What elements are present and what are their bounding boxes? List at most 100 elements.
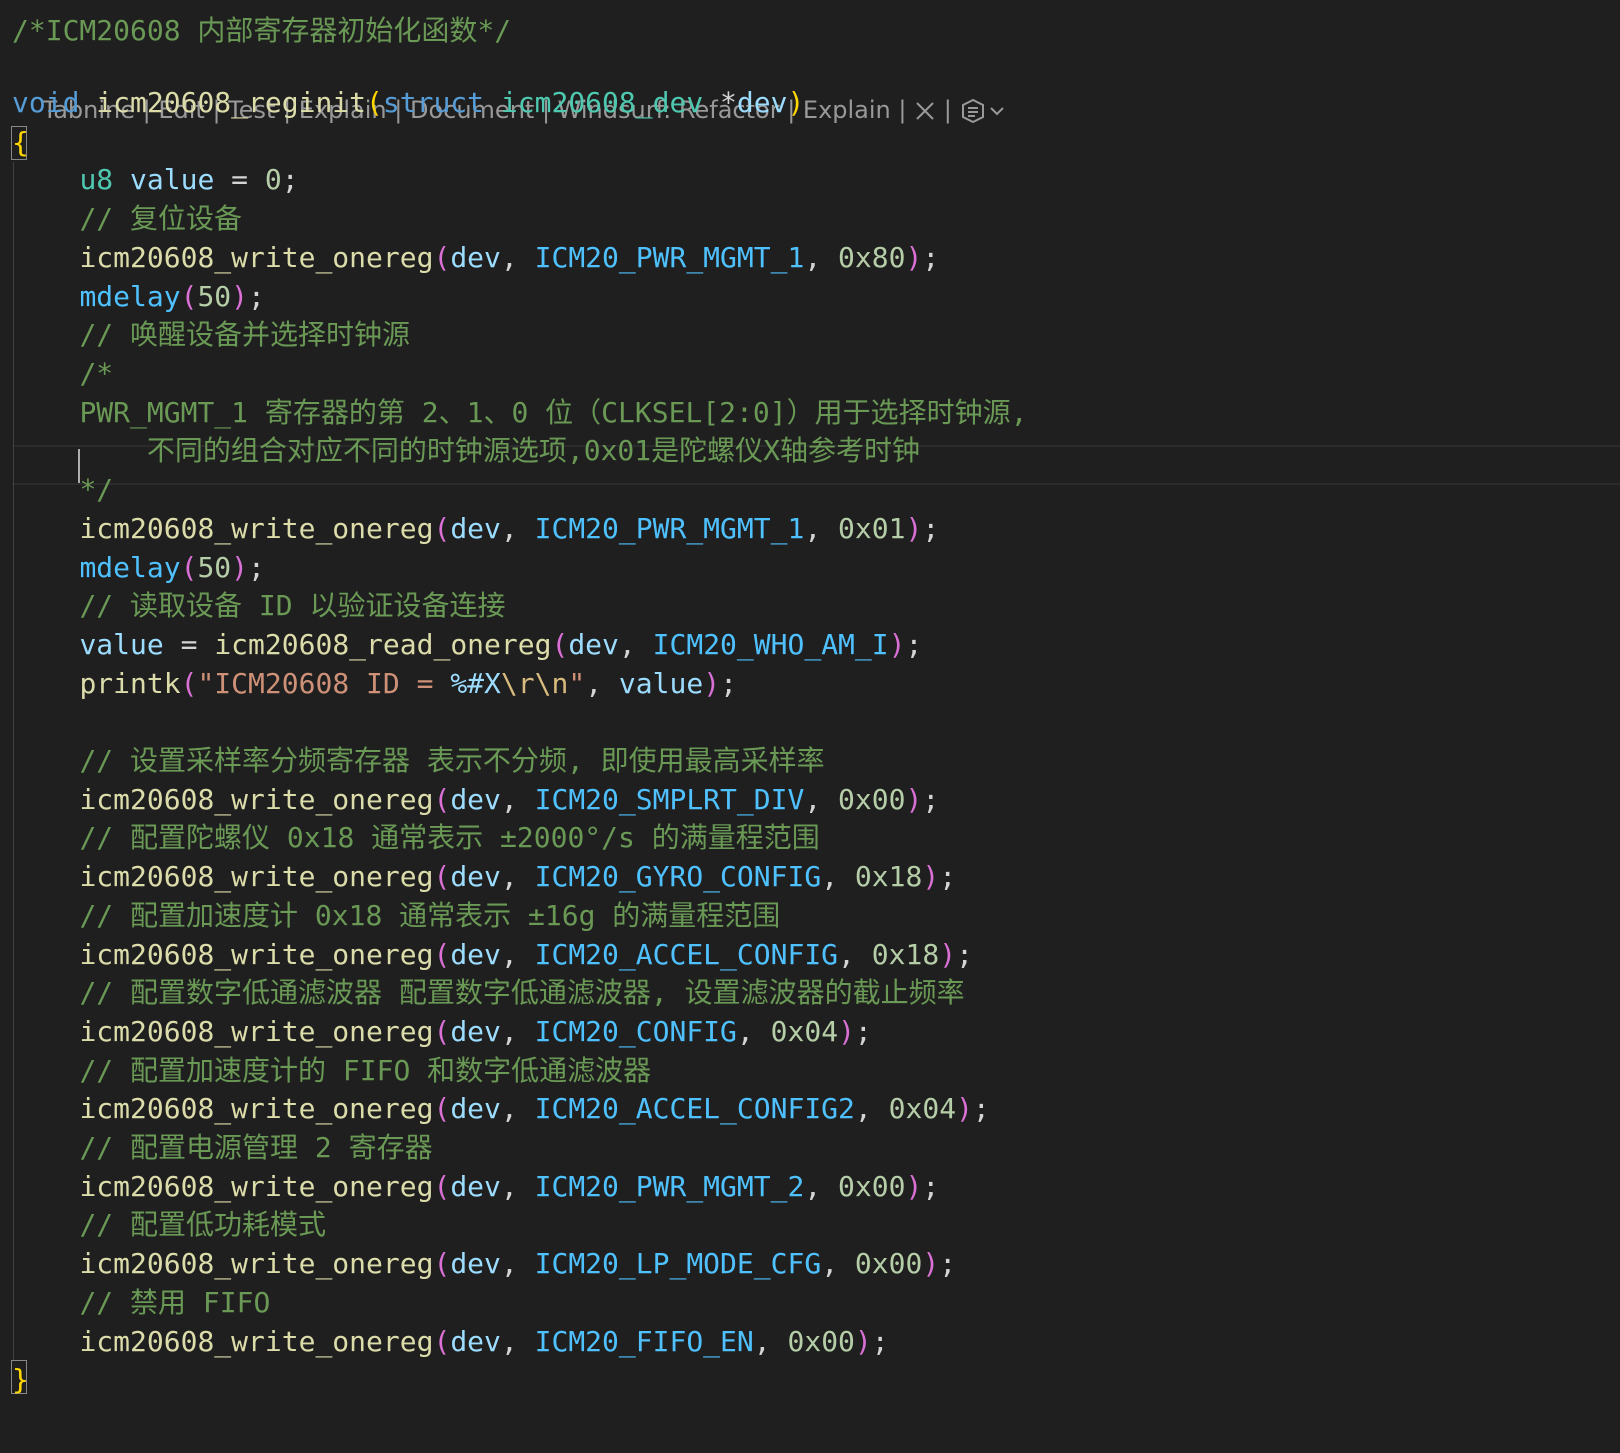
code-line[interactable]: // 配置陀螺仪 0x18 通常表示 ±2000°/s 的满量程范围 (12, 818, 819, 858)
code-line[interactable]: // 复位设备 (12, 199, 242, 239)
variable-token: dev (450, 860, 501, 893)
code-line[interactable]: icm20608_write_onereg(dev, ICM20_ACCEL_C… (12, 935, 973, 975)
punctuation-token (12, 1286, 79, 1319)
code-line[interactable]: icm20608_write_onereg(dev, ICM20_PWR_MGM… (12, 1167, 939, 1207)
punctuation-token (12, 163, 79, 196)
code-line[interactable]: 不同的组合对应不同的时钟源选项,0x01是陀螺仪X轴参考时钟 (12, 431, 920, 471)
code-line[interactable]: } (12, 1360, 29, 1400)
code-line[interactable]: icm20608_write_onereg(dev, ICM20_PWR_MGM… (12, 238, 939, 278)
number-token: 0x18 (871, 938, 940, 971)
code-line[interactable]: value = icm20608_read_onereg(dev, ICM20_… (12, 625, 922, 665)
code-line[interactable]: // 配置加速度计 0x18 通常表示 ±16g 的满量程范围 (12, 896, 780, 936)
comment-token: // 复位设备 (79, 202, 243, 235)
code-line[interactable]: // 配置低功耗模式 (12, 1205, 326, 1245)
punctuation-token: = (163, 628, 215, 661)
keyword-token: void (12, 86, 80, 119)
codelens-separator: | (890, 96, 915, 124)
code-line[interactable]: /* (12, 354, 113, 394)
code-line[interactable]: icm20608_write_onereg(dev, ICM20_CONFIG,… (12, 1012, 871, 1052)
bracket-token: ( (180, 280, 198, 313)
code-line[interactable]: // 配置加速度计的 FIFO 和数字低通滤波器 (12, 1051, 651, 1091)
punctuation-token: , (804, 512, 839, 545)
code-line[interactable]: // 配置数字低通滤波器 配置数字低通滤波器, 设置滤波器的截止频率 (12, 973, 964, 1013)
punctuation-token (12, 512, 79, 545)
punctuation-token: , (500, 938, 535, 971)
code-line[interactable]: u8 value = 0; (12, 160, 299, 200)
code-line[interactable]: /*ICM20608 内部寄存器初始化函数*/ (12, 11, 511, 51)
punctuation-token (484, 86, 501, 119)
punctuation-token: ; (956, 938, 973, 971)
bracket-token: ) (231, 280, 249, 313)
number-token: 0x18 (854, 860, 923, 893)
punctuation-token: = (214, 163, 265, 196)
punctuation-token: , (500, 512, 535, 545)
function-token: icm20608_read_onereg (214, 628, 552, 661)
code-line[interactable]: // 配置电源管理 2 寄存器 (12, 1128, 432, 1168)
punctuation-token (12, 1092, 79, 1125)
bracket-token: ( (433, 1092, 451, 1125)
bracket-token: ( (433, 1170, 451, 1203)
bracket-token: ( (433, 938, 451, 971)
code-line[interactable]: { (12, 123, 29, 163)
bracket-token: ) (838, 1015, 855, 1048)
text-cursor (78, 449, 80, 483)
escape-token: \r\n (500, 667, 569, 700)
punctuation-token (12, 280, 79, 313)
code-line[interactable]: icm20608_write_onereg(dev, ICM20_GYRO_CO… (12, 857, 956, 897)
code-line[interactable]: void icm20608_reginit(struct icm20608_de… (12, 83, 804, 123)
punctuation-token (12, 744, 79, 777)
number-token: 50 (197, 551, 232, 584)
punctuation-token (12, 357, 79, 390)
variable-token: value (618, 667, 704, 700)
code-line[interactable]: PWR_MGMT_1 寄存器的第 2、1、0 位（CLKSEL[2:0]）用于选… (12, 393, 1027, 433)
punctuation-token: , (500, 1092, 535, 1125)
chevron-down-icon[interactable] (987, 96, 1007, 124)
macro-token: mdelay (79, 280, 181, 313)
bracket-token: ( (433, 1015, 451, 1048)
code-line[interactable]: icm20608_write_onereg(dev, ICM20_LP_MODE… (12, 1244, 956, 1284)
comment-token: PWR_MGMT_1 寄存器的第 2、1、0 位（CLKSEL[2:0]）用于选… (79, 396, 1028, 429)
code-line[interactable]: icm20608_write_onereg(dev, ICM20_PWR_MGM… (12, 509, 939, 549)
bracket-token: ( (433, 512, 451, 545)
variable-token: dev (450, 1325, 501, 1358)
code-line[interactable]: icm20608_write_onereg(dev, ICM20_SMPLRT_… (12, 780, 939, 820)
number-token: 0x04 (770, 1015, 839, 1048)
macro-token: ICM20_ACCEL_CONFIG (534, 938, 839, 971)
punctuation-token: , (854, 1092, 889, 1125)
variable-token: dev (450, 512, 501, 545)
code-line[interactable]: mdelay(50); (12, 548, 264, 588)
code-line[interactable]: // 设置采样率分频寄存器 表示不分频, 即使用最高采样率 (12, 741, 824, 781)
punctuation-token: , (500, 860, 535, 893)
bracket-token: ( (433, 783, 451, 816)
number-token: 0x00 (838, 783, 906, 816)
code-line[interactable]: // 唤醒设备并选择时钟源 (12, 315, 410, 355)
windsurf-icon[interactable] (959, 96, 987, 124)
code-line[interactable]: icm20608_write_onereg(dev, ICM20_FIFO_EN… (12, 1322, 888, 1362)
codelens-separator: | (936, 96, 960, 124)
punctuation-token (12, 241, 79, 274)
type-token: icm20608_dev (500, 86, 704, 119)
punctuation-token (12, 473, 79, 506)
punctuation-token: ; (939, 1247, 957, 1280)
punctuation-token: , (804, 783, 839, 816)
variable-token: dev (450, 1247, 501, 1280)
code-line[interactable]: */ (12, 470, 113, 510)
comment-token: /*ICM20608 内部寄存器初始化函数*/ (12, 14, 512, 47)
codelens-explain-link[interactable]: Explain (803, 96, 891, 124)
punctuation-token: ; (281, 163, 299, 196)
code-line[interactable]: printk("ICM20608 ID = %#X\r\n", value); (12, 664, 737, 704)
number-token: 0x00 (854, 1247, 923, 1280)
close-icon[interactable] (914, 96, 936, 124)
comment-token: /* (79, 357, 114, 390)
string-token: " (568, 667, 586, 700)
punctuation-token (12, 1054, 79, 1087)
code-line[interactable]: mdelay(50); (12, 277, 264, 317)
code-line[interactable]: // 禁用 FIFO (12, 1283, 270, 1323)
punctuation-token: , (500, 783, 535, 816)
punctuation-token: , (500, 1015, 535, 1048)
code-line[interactable]: // 读取设备 ID 以验证设备连接 (12, 586, 505, 626)
code-editor[interactable]: /*ICM20608 内部寄存器初始化函数*/ Tabnine | Edit |… (0, 0, 1620, 1453)
punctuation-token: ; (922, 241, 940, 274)
punctuation-token: , (804, 241, 839, 274)
code-line[interactable]: icm20608_write_onereg(dev, ICM20_ACCEL_C… (12, 1089, 989, 1129)
